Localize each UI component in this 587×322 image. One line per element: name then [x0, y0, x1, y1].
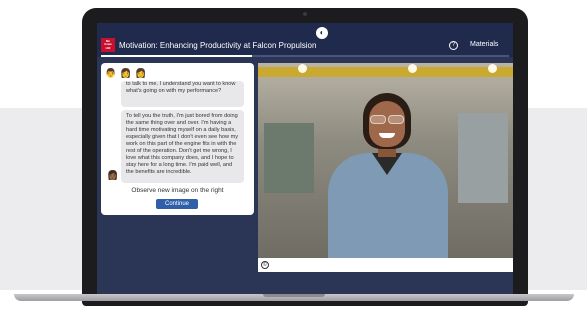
- chat-message: To tell you the truth, I'm just bored fr…: [121, 110, 244, 183]
- chat-panel: 👨 👩 👩 to talk to me. I understand you wa…: [101, 63, 254, 215]
- ceiling-light: [488, 64, 497, 73]
- scene-photo: [258, 63, 513, 258]
- glasses-lens: [388, 115, 404, 124]
- help-circle-icon[interactable]: ?: [449, 41, 458, 50]
- chat-message-text: to talk to me. I understand you want to …: [126, 81, 236, 94]
- factory-machine: [264, 123, 314, 193]
- worker-smile: [379, 133, 395, 138]
- closed-captions-icon[interactable]: ©: [261, 261, 269, 269]
- materials-button[interactable]: Materials: [470, 41, 498, 48]
- page-title: Motivation: Enhancing Productivity at Fa…: [119, 41, 317, 50]
- person-avatar-icon[interactable]: 👨: [105, 67, 116, 79]
- ceiling-light: [408, 64, 417, 73]
- progress-fill: [101, 55, 252, 57]
- chat-message-text: To tell you the truth, I'm just bored fr…: [126, 113, 239, 175]
- person-avatar-icon[interactable]: 👩: [135, 67, 146, 79]
- laptop-screen: Mc Graw Hill Motivation: Enhancing Produ…: [97, 23, 513, 294]
- avatar-row: 👨 👩 👩: [105, 67, 146, 79]
- logo-line: Hill: [105, 45, 111, 50]
- factory-machine: [458, 113, 508, 203]
- progress-bar: [101, 55, 509, 57]
- marketing-stage: Mc Graw Hill Motivation: Enhancing Produ…: [0, 0, 587, 322]
- glasses-lens: [370, 115, 386, 124]
- speaker-avatar-icon: 👩🏾: [107, 170, 119, 180]
- continue-button[interactable]: Continue: [156, 199, 198, 209]
- ceiling-beam: [258, 67, 513, 77]
- person-avatar-icon[interactable]: 👩: [120, 67, 131, 79]
- chat-message: to talk to me. I understand you want to …: [121, 81, 244, 107]
- safety-glasses: [368, 115, 406, 124]
- instruction-text: Observe new image on the right: [131, 187, 224, 194]
- worker-portrait: [328, 91, 448, 258]
- ceiling-light: [298, 64, 307, 73]
- laptop-notch: [263, 294, 325, 297]
- worker-face: [369, 101, 405, 147]
- webcam: [303, 12, 307, 16]
- app-header: Mc Graw Hill Motivation: Enhancing Produ…: [97, 23, 513, 57]
- globe-icon[interactable]: ◐: [316, 27, 328, 39]
- media-footer: ©: [258, 258, 513, 272]
- mcgraw-hill-logo: Mc Graw Hill: [101, 38, 115, 52]
